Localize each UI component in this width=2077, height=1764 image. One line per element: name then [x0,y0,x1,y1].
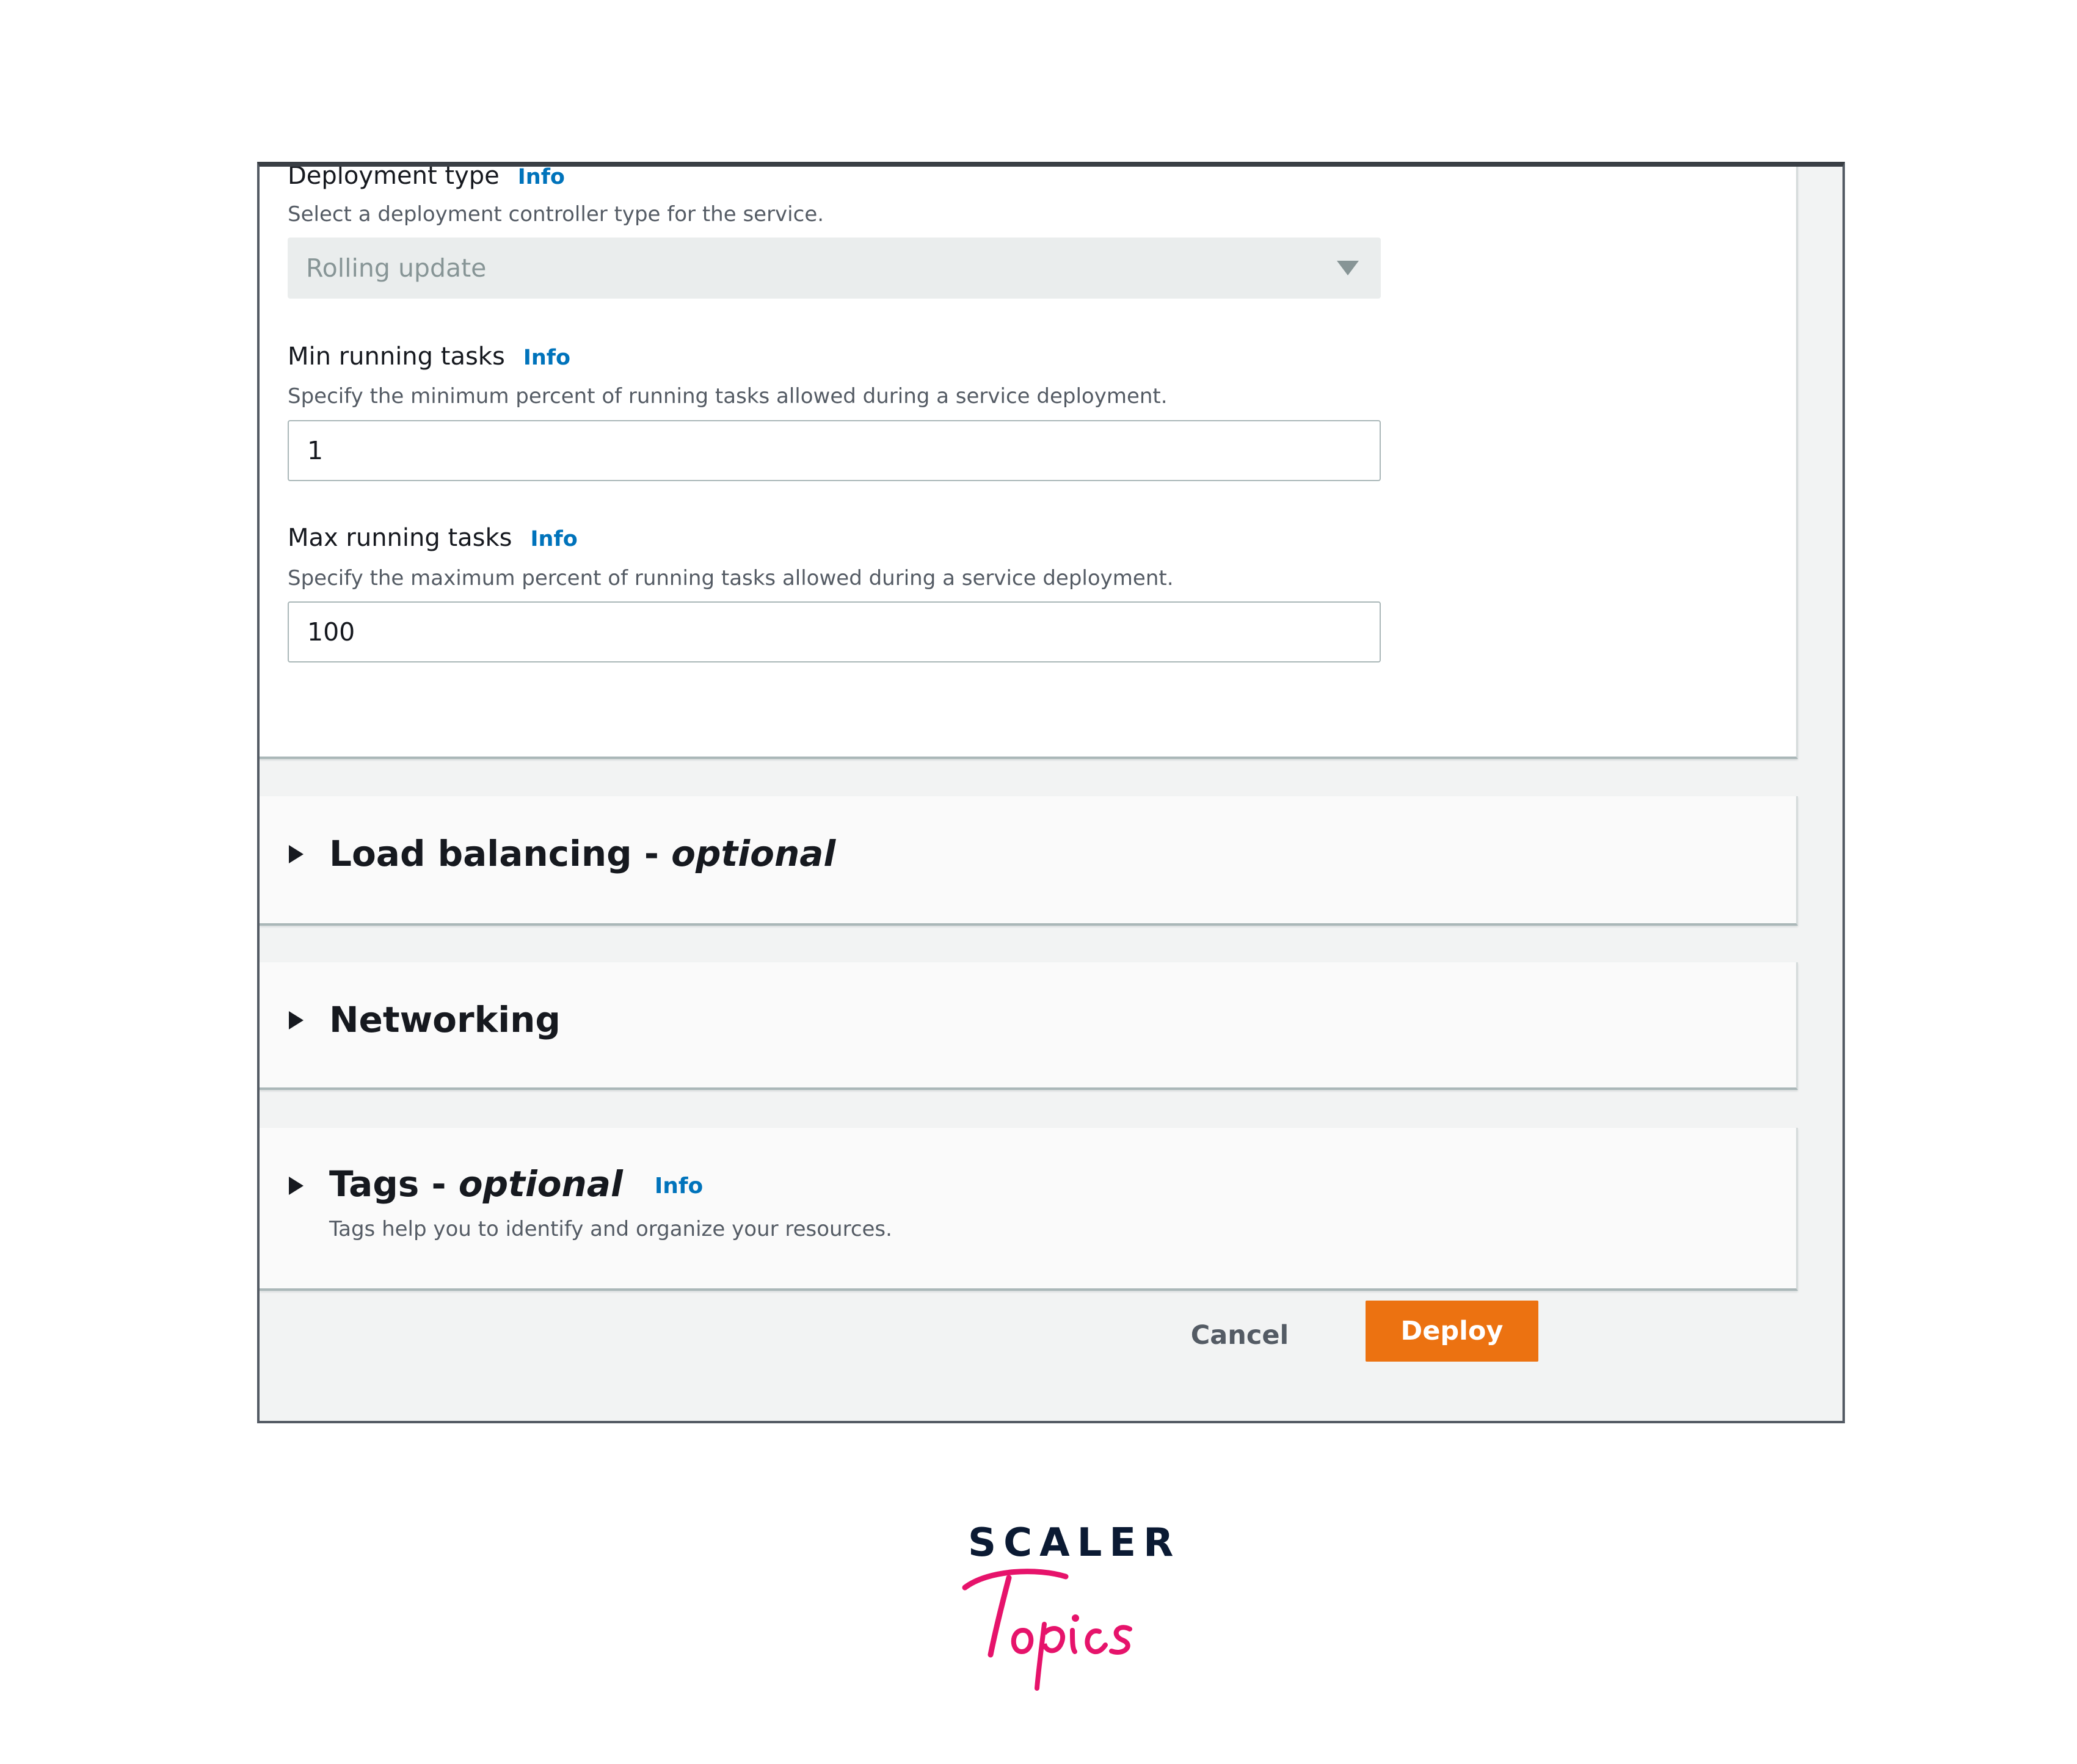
max-running-tasks-description: Specify the maximum percent of running t… [288,566,1174,590]
expand-triangle-icon [289,1011,304,1029]
deployment-type-selected-value: Rolling update [306,253,487,283]
min-running-tasks-label-text: Min running tasks [288,343,505,371]
max-running-tasks-label-text: Max running tasks [288,524,512,552]
deployment-config-panel: Deployment type Info Select a deployment … [257,162,1845,1423]
networking-section: Networking [260,962,1798,1090]
expand-triangle-icon [289,1177,304,1195]
deployment-type-description: Select a deployment controller type for … [288,202,824,227]
max-running-tasks-input[interactable]: 100 [288,601,1381,662]
min-running-tasks-info-link[interactable]: Info [523,346,570,370]
deployment-type-label: Deployment type Info [288,162,565,190]
tags-description: Tags help you to identify and organize y… [329,1217,892,1241]
load-balancing-optional-label: optional [671,833,836,874]
load-balancing-title-text: Load balancing - [329,833,672,874]
logo-wordmark-top: SCALER [968,1520,1181,1566]
min-running-tasks-input[interactable]: 1 [288,420,1381,481]
tags-expander[interactable]: Tags - optional Info Tags help you to ide… [260,1128,1796,1288]
tags-title-text: Tags - [329,1163,459,1205]
min-running-tasks-description: Specify the minimum percent of running t… [288,384,1168,408]
networking-title: Networking [329,999,561,1040]
networking-expander[interactable]: Networking [260,962,1796,1087]
load-balancing-title: Load balancing - optional [329,833,835,874]
max-running-tasks-info-link[interactable]: Info [531,527,578,551]
logo-script-graphic [962,1569,1132,1691]
deployment-type-info-link[interactable]: Info [518,167,565,189]
deployment-type-label-text: Deployment type [288,162,500,190]
tags-title: Tags - optional Info [329,1163,703,1205]
cancel-button[interactable]: Cancel [1191,1305,1289,1366]
expand-triangle-icon [289,845,304,863]
min-running-tasks-label: Min running tasks Info [288,343,570,371]
tags-section: Tags - optional Info Tags help you to ide… [260,1128,1798,1291]
scaler-topics-logo: SCALER [953,1520,1173,1691]
deployment-type-select[interactable]: Rolling update [288,238,1381,299]
max-running-tasks-label: Max running tasks Info [288,524,578,552]
load-balancing-section: Load balancing - optional [260,796,1798,926]
deployment-options-card: Deployment type Info Select a deployment … [260,162,1798,759]
caret-down-icon [1337,261,1359,275]
max-running-tasks-value: 100 [307,617,355,647]
tags-optional-label: optional [458,1163,623,1205]
load-balancing-expander[interactable]: Load balancing - optional [260,796,1796,923]
min-running-tasks-value: 1 [307,436,324,465]
deploy-button[interactable]: Deploy [1366,1301,1538,1362]
tags-info-link[interactable]: Info [655,1174,703,1199]
